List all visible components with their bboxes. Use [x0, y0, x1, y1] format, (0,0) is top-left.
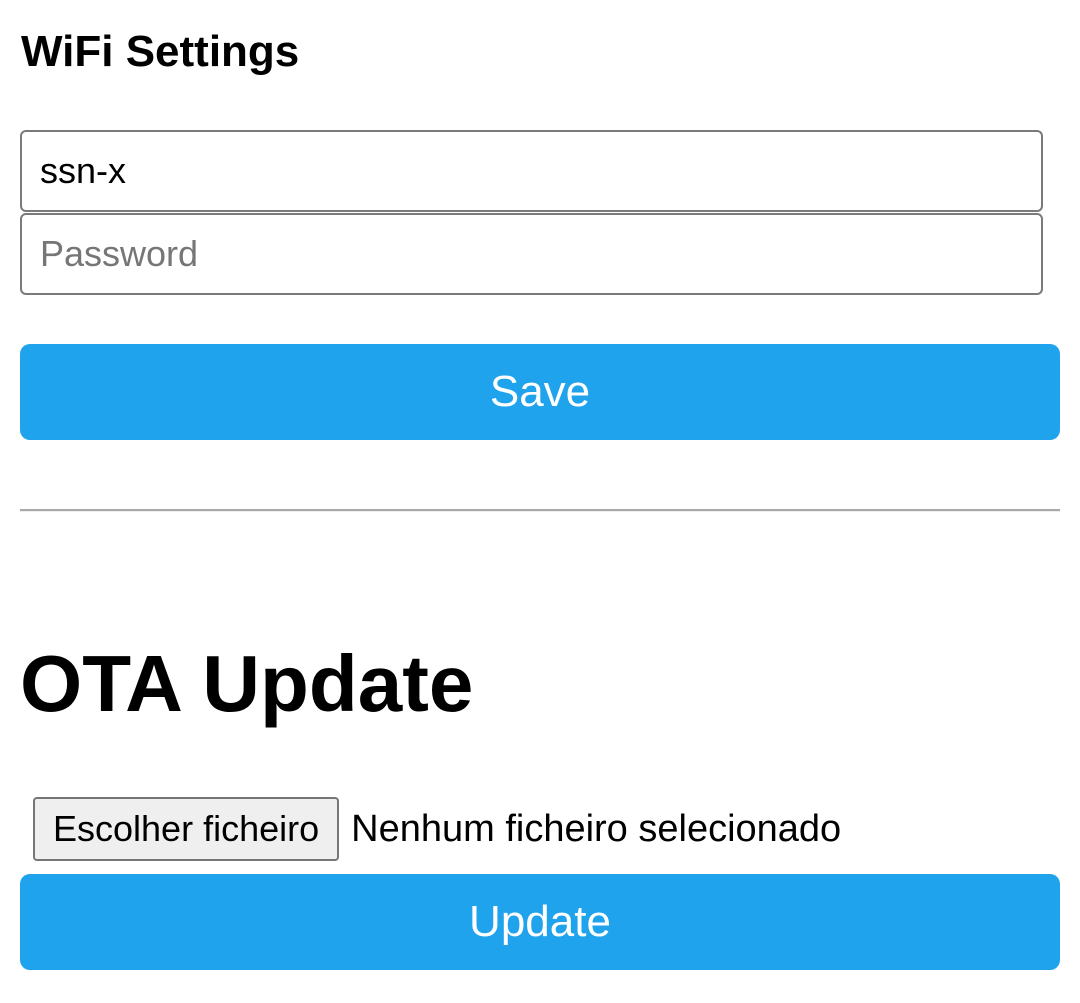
password-input[interactable]: [20, 213, 1043, 295]
page: WiFi Settings Save OTA Update Escolher f…: [0, 0, 1080, 1003]
file-status-text: Nenhum ficheiro selecionado: [351, 807, 842, 850]
ssid-input[interactable]: [20, 130, 1043, 212]
file-picker: Escolher ficheiro Nenhum ficheiro seleci…: [33, 797, 841, 861]
section-divider: [20, 509, 1060, 512]
ota-update-title: OTA Update: [20, 639, 474, 728]
wifi-settings-title: WiFi Settings: [21, 27, 300, 76]
save-button[interactable]: Save: [20, 344, 1060, 440]
choose-file-button[interactable]: Escolher ficheiro: [33, 797, 340, 861]
update-button[interactable]: Update: [20, 874, 1060, 970]
